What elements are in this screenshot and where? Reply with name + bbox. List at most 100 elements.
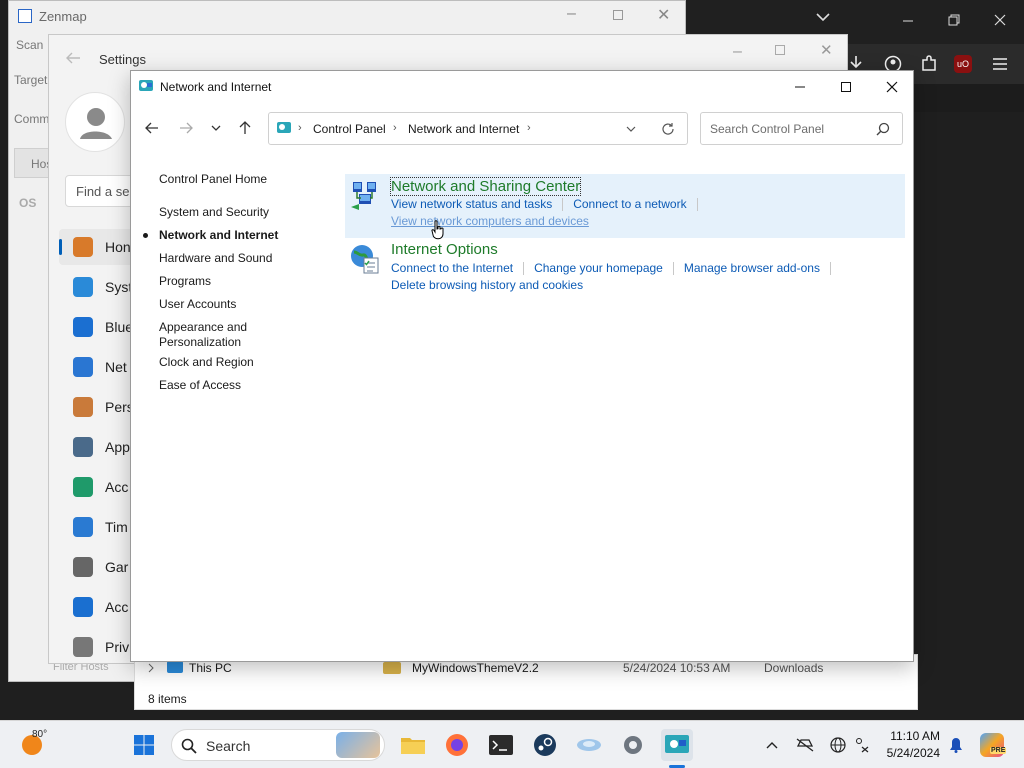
close-icon[interactable] [869,71,915,103]
network-sharing-center-link[interactable]: Network and Sharing Center [389,177,582,196]
settings-nav-item[interactable]: Acc [59,469,141,505]
chevron-down-icon[interactable] [816,12,830,22]
settings-icon[interactable] [617,729,649,761]
accessibility-tray-icon[interactable] [852,735,872,755]
start-icon[interactable] [128,729,160,761]
breadcrumb-separator-icon[interactable]: › [298,122,302,134]
minimize-icon[interactable] [777,71,823,103]
sidebar-link[interactable]: Programs [159,274,211,289]
zenmap-minimize-icon[interactable]: – [567,5,576,23]
settings-nav-item[interactable]: Hon [59,229,141,265]
restore-icon[interactable] [948,14,960,26]
ublock-badge-text: uO [956,59,969,69]
settings-minimize-icon[interactable]: – [733,43,742,61]
file-explorer-icon[interactable] [397,729,429,761]
network-app-icon[interactable] [573,729,605,761]
close-icon[interactable] [994,14,1006,26]
sidebar-link: Network and Internet [159,228,279,242]
steam-icon[interactable] [529,729,561,761]
up-arrow-icon[interactable] [239,121,251,135]
settings-nav-item[interactable]: Gar [59,549,141,585]
settings-nav-item[interactable]: Pers [59,389,141,425]
status-item-count: 8 items [148,692,187,706]
change-homepage-link[interactable]: Change your homepage [534,261,663,275]
control-panel-home-link[interactable]: Control Panel Home [159,172,267,187]
internet-options-link[interactable]: Internet Options [391,241,498,258]
clock-date[interactable]: 5/24/2024 [880,746,940,760]
settings-nav-item[interactable]: Acc [59,589,141,625]
control-panel-app-icon [138,78,154,94]
taskbar-search[interactable]: Search [171,729,385,761]
hand-cursor-icon [431,220,445,240]
manage-addons-link[interactable]: Manage browser add-ons [684,261,820,275]
breadcrumb-control-panel[interactable]: Control Panel [313,122,386,136]
refresh-icon[interactable] [661,122,675,136]
tree-expand-icon[interactable] [147,663,155,673]
network-sharing-tasks-row: View network status and tasks Connect to… [391,197,698,211]
connect-to-internet-link[interactable]: Connect to the Internet [391,261,513,275]
settings-nav-item[interactable]: Tim [59,509,141,545]
sidebar-link[interactable]: User Accounts [159,297,236,312]
minimize-icon[interactable] [902,14,914,26]
bluetooth-icon [73,317,93,337]
brush-icon [73,397,93,417]
back-arrow-icon[interactable] [145,122,159,134]
network-off-icon[interactable] [795,735,815,755]
search-icon[interactable] [876,122,890,136]
zenmap-close-icon[interactable]: ✕ [657,5,670,25]
extensions-icon[interactable] [920,55,938,73]
address-bar[interactable]: › Control Panel › Network and Internet › [268,112,688,145]
file-name[interactable]: MyWindowsThemeV2.2 [412,661,539,675]
control-panel-titlebar: Network and Internet [131,71,913,103]
settings-nav-item[interactable]: App [59,429,141,465]
copilot-icon[interactable]: PRE [980,733,1007,757]
tree-item-this-pc[interactable]: This PC [189,661,232,675]
chevron-up-icon[interactable] [762,735,782,755]
search-highlight-icon [336,732,380,758]
clock-time[interactable]: 11:10 AM [880,729,940,743]
settings-nav-label: Tim [105,519,128,535]
zenmap-scan-menu[interactable]: Scan [16,38,43,52]
control-panel-search-input[interactable]: Search Control Panel [700,112,903,145]
settings-nav-item[interactable]: Net [59,349,141,385]
settings-nav-item[interactable]: Syst [59,269,141,305]
sidebar-link[interactable]: Hardware and Sound [159,251,272,266]
address-dropdown-icon[interactable] [626,125,636,133]
delete-browsing-history-link[interactable]: Delete browsing history and cookies [391,278,583,292]
breadcrumb-separator-icon[interactable]: › [393,122,397,134]
control-panel-icon[interactable] [661,729,693,761]
settings-nav-item[interactable]: Priv [59,629,141,665]
network-sharing-icon [349,179,381,211]
zenmap-maximize-icon[interactable] [613,10,623,20]
back-arrow-icon[interactable] [65,51,81,65]
file-explorer-window: This PC MyWindowsThemeV2.2 5/24/2024 10:… [134,654,918,710]
settings-nav-label: Syst [105,279,133,295]
view-network-computers-link[interactable]: View network computers and devices [391,214,589,228]
view-network-status-link[interactable]: View network status and tasks [391,197,552,211]
maximize-icon[interactable] [823,71,869,103]
sidebar-link[interactable]: Clock and Region [159,355,254,370]
breadcrumb-network-internet[interactable]: Network and Internet [408,122,519,136]
apps-icon [73,437,93,457]
firefox-icon[interactable] [441,729,473,761]
notification-bell-icon[interactable] [946,735,966,755]
sidebar-link[interactable]: Ease of Access [159,378,241,393]
settings-maximize-icon[interactable] [775,45,785,55]
settings-close-icon[interactable]: ✕ [820,41,833,59]
connect-to-network-link[interactable]: Connect to a network [573,197,686,211]
recent-locations-chevron-icon[interactable] [211,124,221,132]
breadcrumb-separator-icon[interactable]: › [527,122,531,134]
zenmap-target-label: Target [14,73,48,87]
globe-icon[interactable] [828,735,848,755]
ublock-icon[interactable]: uO [954,55,972,73]
forward-arrow-icon[interactable] [179,122,193,134]
avatar[interactable] [65,92,125,152]
sidebar-link[interactable]: System and Security [159,205,269,220]
menu-icon[interactable] [992,57,1008,71]
task-separator [562,197,564,211]
file-date: 5/24/2024 10:53 AM [623,661,731,675]
terminal-icon[interactable] [485,729,517,761]
settings-nav-item[interactable]: Blue [59,309,141,345]
sidebar-link[interactable]: Appearance and Personalization [159,320,269,350]
this-pc-icon [167,661,183,673]
